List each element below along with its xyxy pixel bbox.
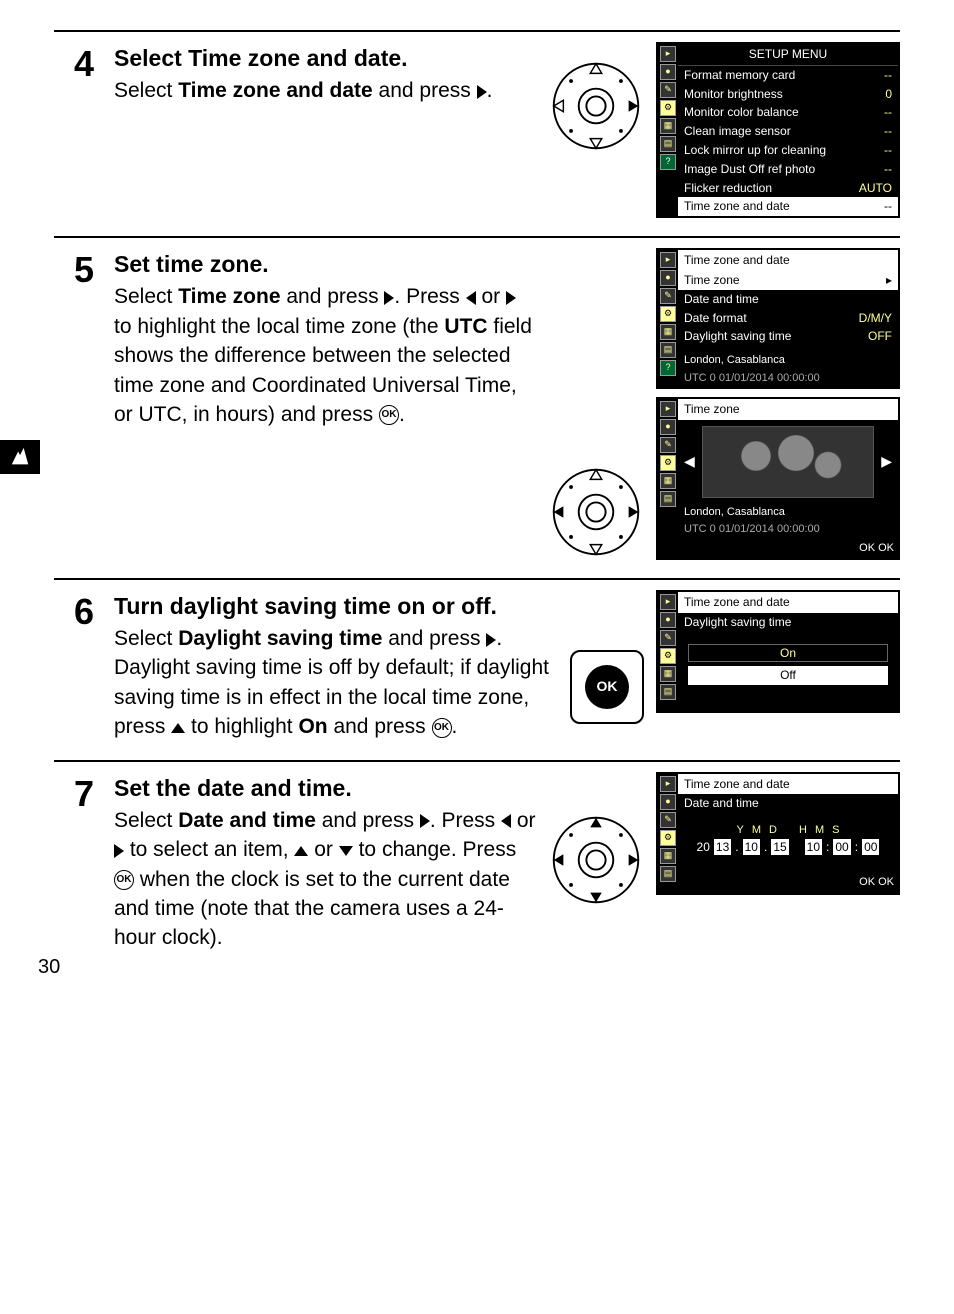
menu-row: Date formatD/M/Y — [678, 309, 898, 328]
step-desc: Select Date and time and press . Press o… — [114, 806, 536, 953]
tz-date-rows: Time zone▸Date and timeDate formatD/M/YD… — [678, 271, 898, 346]
dst-option-off: Off — [688, 666, 888, 685]
menu-row: Time zone and date-- — [678, 197, 898, 216]
tz-location: London, Casablanca — [678, 352, 898, 369]
menu-row: Flicker reductionAUTO — [678, 179, 898, 198]
page-number: 30 — [38, 953, 60, 981]
down-triangle-icon — [339, 846, 353, 856]
dst-screen: ▸●✎ ⚙▦▤ Time zone and date Daylight savi… — [656, 590, 900, 713]
dpad-right-diagram — [548, 58, 644, 154]
dst-option-on: On — [688, 644, 888, 663]
menu-icon: ✎ — [660, 82, 676, 98]
dpad-lr-diagram — [548, 464, 644, 560]
menu-icon: ▸ — [660, 46, 676, 62]
screen-title: SETUP MENU — [678, 44, 898, 66]
right-triangle-icon — [384, 291, 394, 305]
dt-values: 2013. 10. 15 10:00:00 — [678, 839, 898, 856]
screen-title: Time zone and date — [684, 252, 790, 269]
side-tab-icon — [0, 440, 40, 474]
dt-labels: YMD HMS — [678, 823, 898, 838]
ok-button-diagram: OK — [570, 650, 644, 724]
map-left-arrow: ◀ — [684, 452, 695, 472]
right-triangle-icon — [477, 85, 487, 99]
step-7: 7 Set the date and time. Select Date and… — [54, 760, 900, 971]
screen-subtitle: Date and time — [684, 795, 759, 812]
step-number: 5 — [54, 248, 94, 560]
menu-icon: ? — [660, 154, 676, 170]
menu-row: Image Dust Off ref photo-- — [678, 160, 898, 179]
step-title: Select Time zone and date. — [114, 42, 536, 74]
tz-utc: UTC 0 01/01/2014 00:00:00 — [678, 521, 898, 538]
menu-row: Date and time — [678, 290, 898, 309]
screen-title: Time zone and date — [684, 594, 790, 611]
date-time-screen: ▸●✎ ⚙▦▤ Time zone and date Date and time… — [656, 772, 900, 895]
screen-title: Time zone and date — [684, 776, 790, 793]
tz-utc: UTC 0 01/01/2014 00:00:00 — [678, 370, 898, 387]
ok-hint: OK OK — [678, 539, 898, 558]
step-desc: Select Time zone and date and press . — [114, 76, 536, 105]
menu-row: Format memory card-- — [678, 66, 898, 85]
right-triangle-icon — [486, 633, 496, 647]
left-triangle-icon — [501, 814, 511, 828]
step-desc: Select Time zone and press . Press or to… — [114, 282, 536, 429]
step-number: 7 — [54, 772, 94, 953]
tz-date-menu-screen: ▸●✎ ⚙▦▤ ? Time zone and date Time zone▸D… — [656, 248, 900, 389]
step-title: Set the date and time. — [114, 772, 536, 804]
menu-row: Time zone▸ — [678, 271, 898, 290]
menu-icon: ▤ — [660, 136, 676, 152]
step-number: 4 — [54, 42, 94, 218]
right-triangle-icon — [114, 844, 124, 858]
step-4: 4 Select Time zone and date. Select Time… — [54, 30, 900, 236]
menu-icon: ● — [660, 64, 676, 80]
tz-location: London, Casablanca — [678, 504, 898, 521]
ok-icon: OK — [379, 405, 399, 425]
ok-icon: OK — [432, 718, 452, 738]
step-5: 5 Set time zone. Select Time zone and pr… — [54, 236, 900, 578]
dpad-all-diagram — [548, 812, 644, 908]
ok-icon: OK — [114, 870, 134, 890]
menu-icon: ⚙ — [660, 100, 676, 116]
map-right-arrow: ▶ — [881, 452, 892, 472]
screen-subtitle: Daylight saving time — [684, 614, 791, 631]
up-triangle-icon — [294, 846, 308, 856]
ok-hint: OK OK — [678, 873, 898, 892]
right-triangle-icon — [420, 814, 430, 828]
up-triangle-icon — [171, 723, 185, 733]
menu-row: Lock mirror up for cleaning-- — [678, 141, 898, 160]
right-triangle-icon — [506, 291, 516, 305]
setup-menu-screen: ▸ ● ✎ ⚙ ▦ ▤ ? SETUP MENU Format memory c… — [656, 42, 900, 218]
menu-row: Clean image sensor-- — [678, 122, 898, 141]
menu-row: Monitor color balance-- — [678, 103, 898, 122]
screen-title: Time zone — [684, 401, 740, 418]
tz-map-screen: ▸●✎ ⚙▦▤ Time zone ◀ ▶ London, Casablanca… — [656, 397, 900, 560]
world-map — [702, 426, 874, 498]
step-title: Set time zone. — [114, 248, 536, 280]
menu-row: Monitor brightness0 — [678, 85, 898, 104]
step-desc: Select Daylight saving time and press . … — [114, 624, 558, 742]
menu-icon: ▦ — [660, 118, 676, 134]
left-triangle-icon — [466, 291, 476, 305]
step-number: 6 — [54, 590, 94, 742]
step-6: 6 Turn daylight saving time on or off. S… — [54, 578, 900, 760]
step-title: Turn daylight saving time on or off. — [114, 590, 558, 622]
setup-menu-rows: Format memory card--Monitor brightness0M… — [678, 66, 898, 216]
menu-row: Daylight saving timeOFF — [678, 327, 898, 346]
